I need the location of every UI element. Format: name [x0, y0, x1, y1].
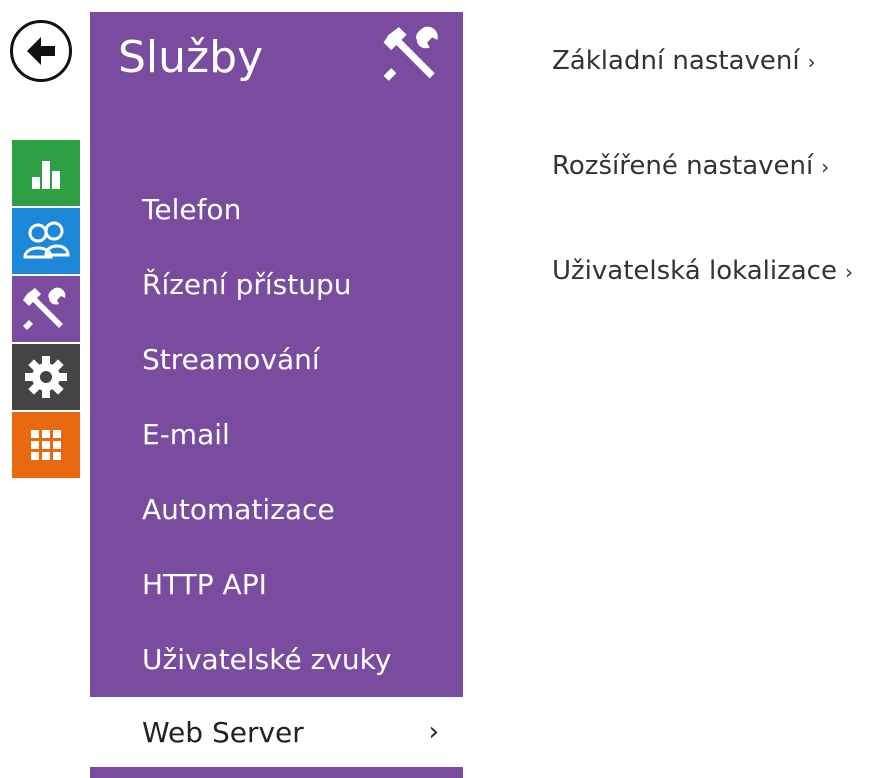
- menu-title: Služby: [118, 32, 264, 83]
- nav-status[interactable]: [12, 140, 80, 206]
- menu-item-web-server[interactable]: Web Server ›: [90, 697, 463, 767]
- chevron-right-icon: ›: [844, 260, 853, 284]
- menu-item-label: HTTP API: [142, 568, 267, 601]
- main-nav-rail: [12, 140, 80, 480]
- menu-item-uzivatelske-zvuky[interactable]: Uživatelské zvuky: [90, 622, 463, 697]
- link-zakladni-nastaveni[interactable]: Základní nastavení ›: [552, 46, 853, 86]
- menu-item-label: E-mail: [142, 418, 230, 451]
- chevron-right-icon: ›: [821, 155, 830, 179]
- tools-icon: [381, 22, 445, 86]
- menu-item-label: Uživatelské zvuky: [142, 643, 392, 676]
- nav-services[interactable]: [12, 276, 80, 342]
- bar-chart-icon: [32, 161, 60, 189]
- menu-item-automatizace[interactable]: Automatizace: [90, 472, 463, 547]
- tools-icon: [23, 287, 66, 330]
- menu-item-telefon[interactable]: Telefon: [90, 172, 463, 247]
- nav-hardware[interactable]: [12, 344, 80, 410]
- menu-item-label: Řízení přístupu: [142, 268, 352, 301]
- chevron-right-icon: ›: [428, 717, 439, 747]
- menu-item-e-mail[interactable]: E-mail: [90, 397, 463, 472]
- grid-icon: [31, 430, 61, 460]
- nav-directory[interactable]: [12, 208, 80, 274]
- chevron-right-icon: ›: [807, 50, 816, 74]
- link-label: Uživatelská lokalizace: [552, 256, 837, 286]
- nav-system[interactable]: [12, 412, 80, 478]
- back-button[interactable]: [10, 20, 72, 82]
- link-uzivatelska-lokalizace[interactable]: Uživatelská lokalizace ›: [552, 256, 853, 296]
- menu-item-streamovani[interactable]: Streamování: [90, 322, 463, 397]
- gear-icon: [25, 356, 67, 398]
- content-panel: Základní nastavení › Rozšířené nastavení ›…: [552, 46, 853, 361]
- menu-item-rizeni-pristupu[interactable]: Řízení přístupu: [90, 247, 463, 322]
- menu-item-label: Streamování: [142, 343, 320, 376]
- link-label: Rozšířené nastavení: [552, 151, 814, 181]
- services-menu: Služby Telefon Řízení přístupu Streamová…: [90, 12, 463, 778]
- users-icon: [23, 221, 70, 259]
- menu-item-label: Web Server: [142, 715, 304, 749]
- back-arrow-icon: [27, 37, 55, 65]
- menu-items: Telefon Řízení přístupu Streamování E-ma…: [90, 172, 463, 767]
- link-rozsirene-nastaveni[interactable]: Rozšířené nastavení ›: [552, 151, 853, 191]
- link-label: Základní nastavení: [552, 46, 800, 76]
- menu-item-http-api[interactable]: HTTP API: [90, 547, 463, 622]
- menu-item-label: Automatizace: [142, 493, 335, 526]
- menu-item-label: Telefon: [142, 193, 242, 226]
- page: Služby Telefon Řízení přístupu Streamová…: [0, 0, 890, 778]
